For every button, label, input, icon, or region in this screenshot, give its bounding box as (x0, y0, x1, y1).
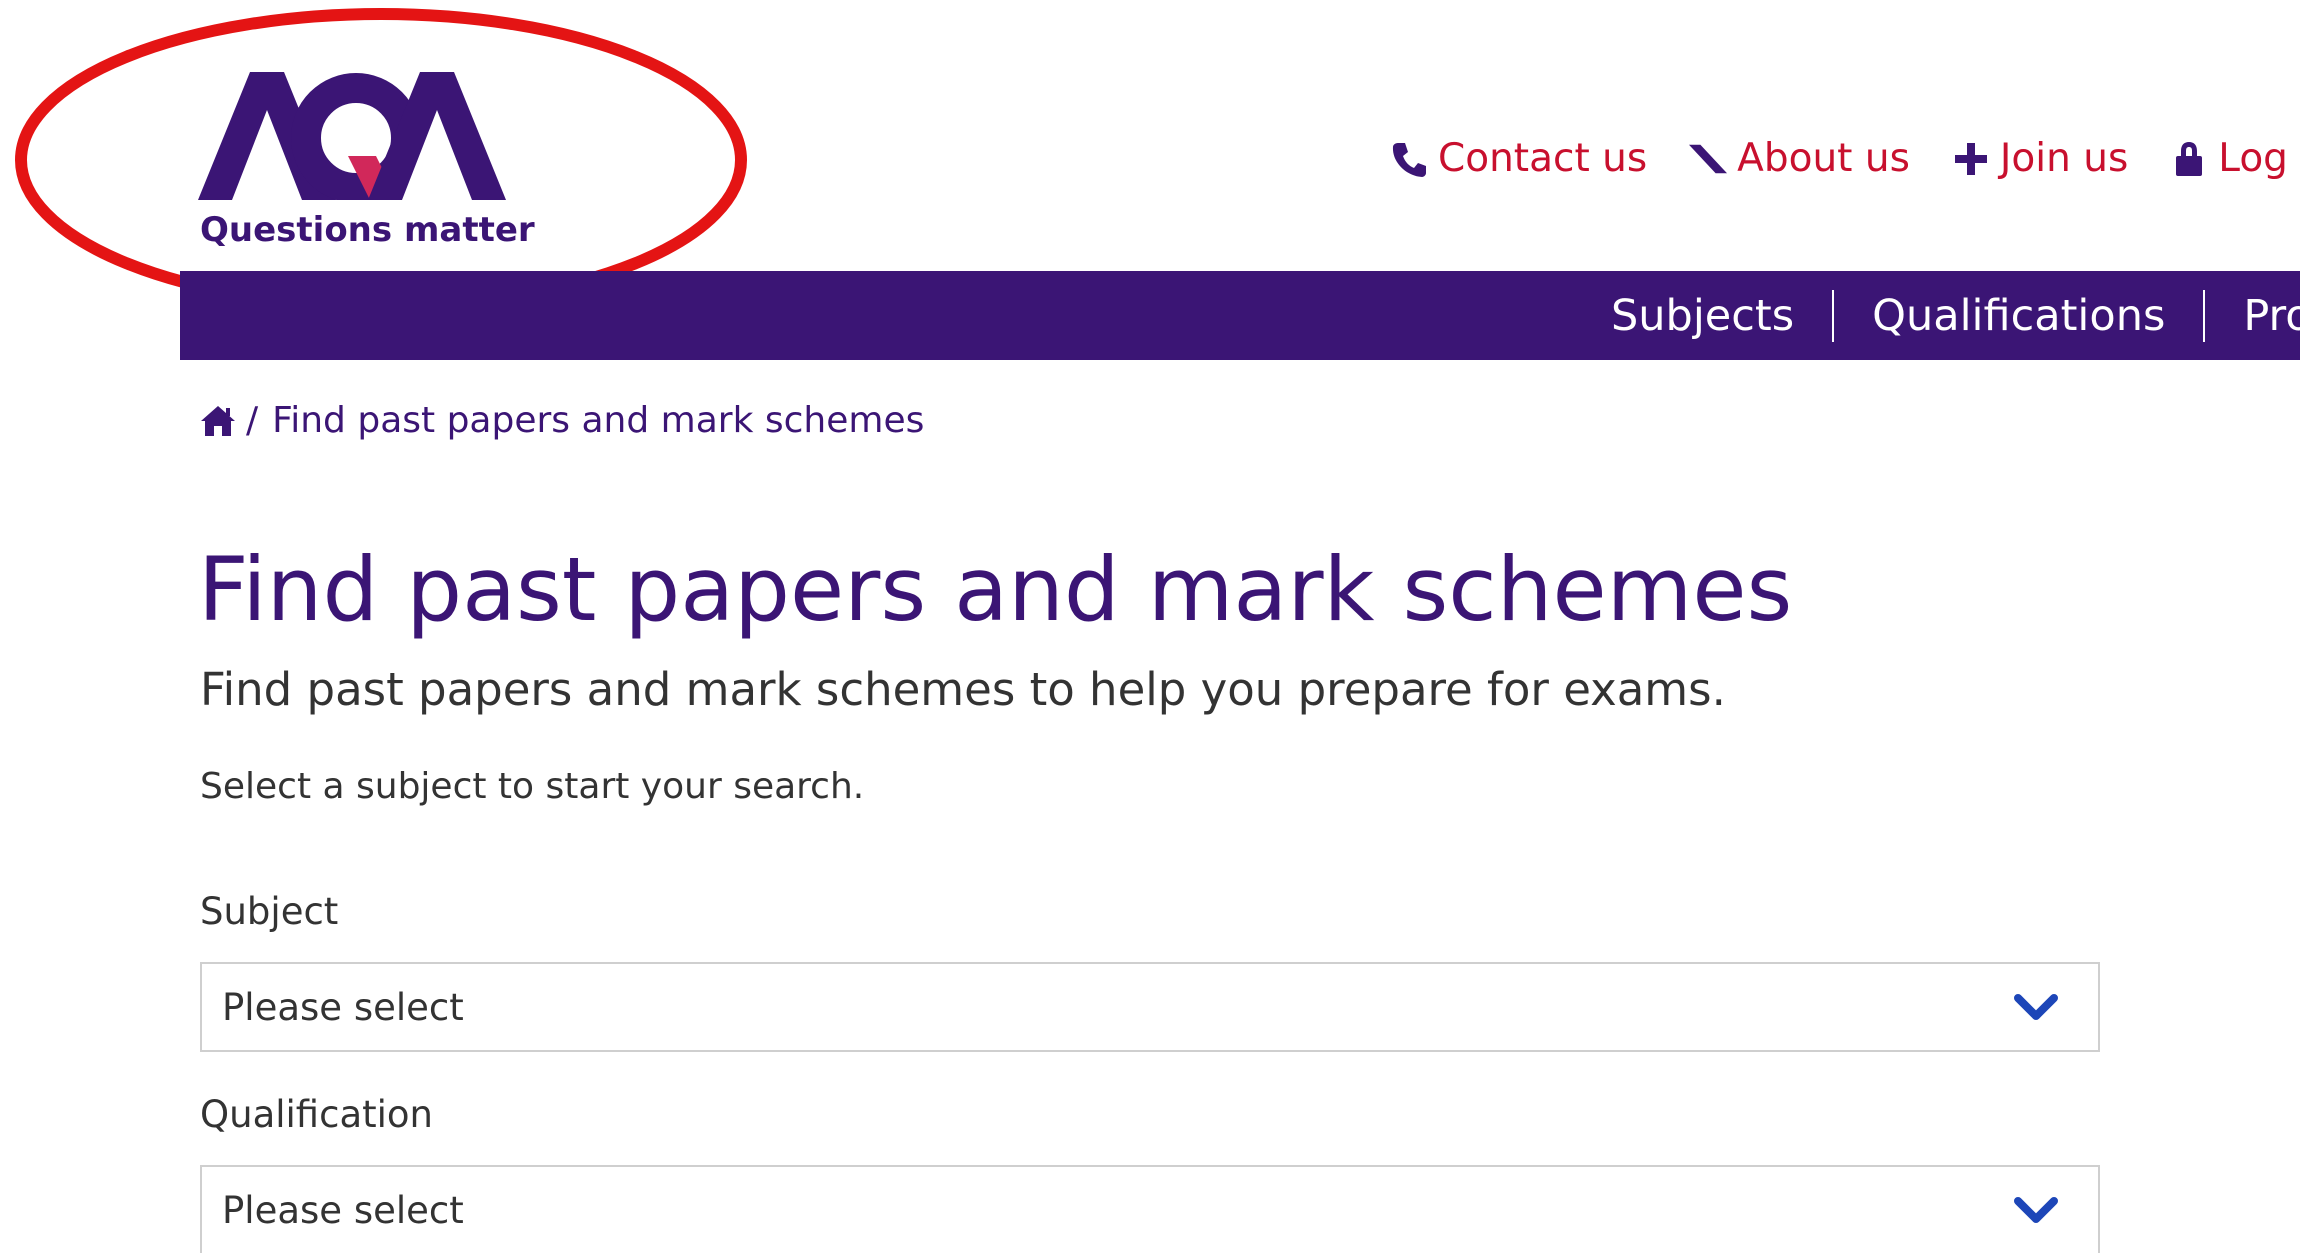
join-us-link[interactable]: Join us (1952, 136, 2128, 181)
about-us-link[interactable]: About us (1689, 136, 1910, 181)
log-in-link[interactable]: Log in (2170, 136, 2300, 181)
wedge-icon (1689, 139, 1728, 179)
contact-us-label: Contact us (1438, 136, 1648, 181)
qualification-select[interactable]: Please select (200, 1165, 2100, 1253)
logo-tagline: Questions matter (200, 210, 535, 250)
subject-label: Subject (200, 890, 339, 933)
about-us-label: About us (1737, 136, 1910, 181)
chevron-down-icon (2014, 994, 2058, 1020)
home-icon[interactable] (200, 405, 236, 437)
subject-select-value: Please select (222, 985, 464, 1029)
page-title: Find past papers and mark schemes (198, 538, 1793, 641)
lock-icon (2170, 139, 2208, 179)
log-in-label: Log in (2218, 136, 2300, 181)
main-nav-items: Subjects Qualifications Prof (1611, 271, 2300, 360)
breadcrumb: / Find past papers and mark schemes (200, 400, 924, 441)
contact-us-link[interactable]: Contact us (1390, 136, 1647, 181)
nav-item-professional[interactable]: Prof (2203, 289, 2300, 342)
plus-icon (1952, 139, 1990, 179)
breadcrumb-separator: / (246, 400, 259, 441)
qualification-label: Qualification (200, 1093, 434, 1136)
nav-item-qualifications[interactable]: Qualifications (1832, 289, 2203, 342)
aqa-logo[interactable]: Questions matter (198, 72, 535, 252)
join-us-label: Join us (1999, 136, 2129, 181)
page: Questions matter Contact us About us Joi… (0, 0, 2300, 1253)
intro-text: Select a subject to start your search. (200, 766, 865, 807)
utility-nav: Contact us About us Join us Log (1390, 136, 2300, 181)
breadcrumb-current: Find past papers and mark schemes (272, 400, 925, 441)
chevron-down-icon (2014, 1197, 2058, 1223)
subject-select[interactable]: Please select (200, 962, 2100, 1052)
qualification-select-value: Please select (222, 1188, 464, 1232)
page-subtitle: Find past papers and mark schemes to hel… (200, 663, 1726, 716)
main-nav-bar: Subjects Qualifications Prof (180, 271, 2300, 360)
nav-item-subjects[interactable]: Subjects (1611, 290, 1832, 342)
aqa-logo-mark (198, 72, 506, 200)
phone-icon (1390, 139, 1428, 179)
